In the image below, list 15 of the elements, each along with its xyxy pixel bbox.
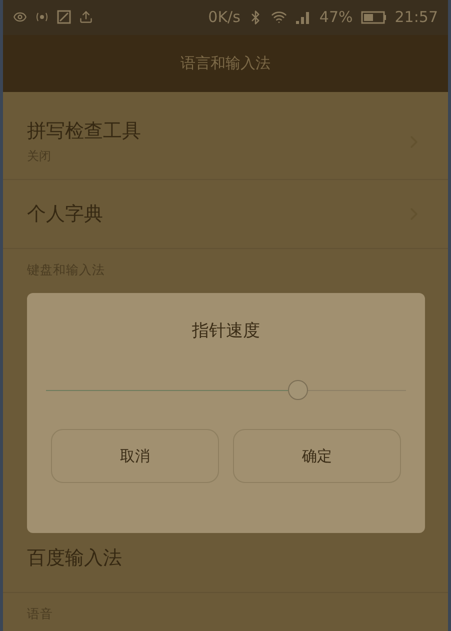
image-icon — [57, 10, 71, 24]
wifi-icon — [271, 9, 288, 26]
network-speed: 0K/s — [208, 8, 240, 26]
cell-signal-icon — [295, 10, 312, 24]
clock: 21:57 — [394, 8, 438, 26]
screen-title: 语言和输入法 — [180, 54, 270, 73]
upload-icon — [79, 10, 93, 24]
ok-button[interactable]: 确定 — [233, 429, 401, 483]
dialog-title: 指针速度 — [192, 320, 260, 342]
slider-thumb[interactable] — [288, 380, 308, 400]
battery-percent: 47% — [319, 8, 353, 26]
signal-icon — [35, 11, 49, 24]
cancel-button[interactable]: 取消 — [51, 429, 219, 483]
battery-icon — [360, 10, 387, 24]
eye-icon — [13, 10, 27, 24]
